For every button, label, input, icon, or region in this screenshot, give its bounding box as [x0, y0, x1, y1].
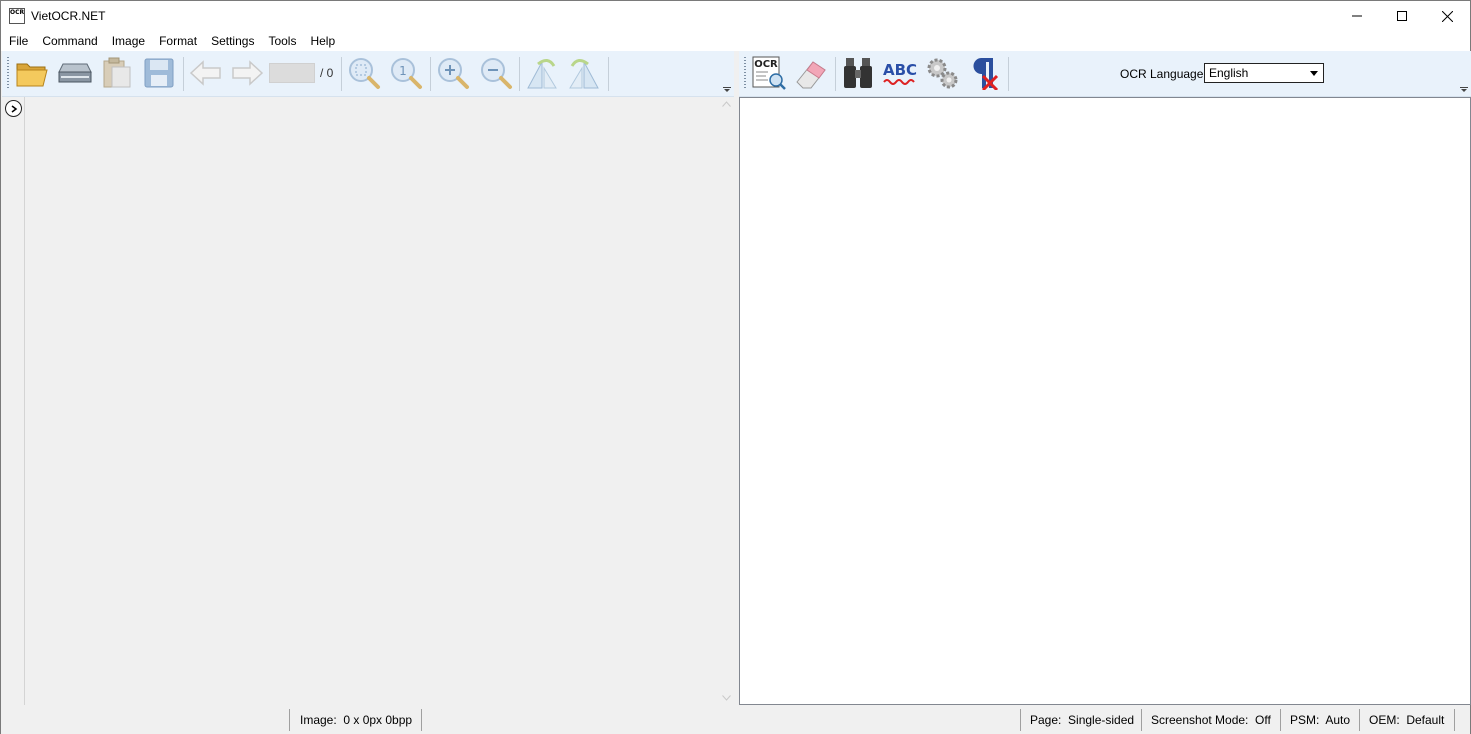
rotate-right-icon: [569, 59, 599, 89]
status-page-mode[interactable]: Page: Single-sided: [1030, 713, 1134, 727]
remove-linebreaks-button[interactable]: [966, 56, 1002, 90]
ocr-text-area[interactable]: [739, 97, 1471, 705]
menu-file[interactable]: File: [2, 31, 35, 51]
menu-help[interactable]: Help: [303, 31, 342, 51]
save-button[interactable]: [141, 56, 177, 90]
next-page-button[interactable]: [229, 56, 265, 90]
close-button[interactable]: [1425, 1, 1470, 31]
ocr-toolbar: OCR ABC OCR Language English: [739, 51, 1471, 97]
rotate-left-icon: [527, 59, 557, 89]
minimize-button[interactable]: [1334, 1, 1379, 31]
status-image-info: Image: 0 x 0px 0bpp: [300, 713, 413, 727]
status-screenshot-mode[interactable]: Screenshot Mode: Off: [1151, 713, 1271, 727]
image-toolbar: / 0 1: [2, 51, 734, 97]
svg-text:OCR: OCR: [754, 59, 778, 70]
close-icon: [1442, 10, 1453, 22]
zoom-out-button[interactable]: [478, 56, 514, 90]
menu-image[interactable]: Image: [105, 31, 152, 51]
title-bar: OCR VietOCR.NET: [1, 1, 1470, 31]
page-number-input[interactable]: [269, 63, 315, 83]
actual-size-button[interactable]: 1: [388, 56, 424, 90]
toolbar-separator: [519, 57, 520, 91]
window-title: VietOCR.NET: [31, 9, 106, 23]
toolbar-overflow-icon[interactable]: [1460, 87, 1468, 93]
expand-panel-button[interactable]: [5, 100, 22, 117]
zoom-in-button[interactable]: [435, 56, 471, 90]
menu-tools[interactable]: Tools: [261, 31, 303, 51]
toolbar-grip[interactable]: [744, 57, 746, 89]
maximize-icon: [1396, 11, 1407, 21]
ocr-language-value: English: [1209, 66, 1249, 80]
ocr-button[interactable]: OCR: [751, 56, 787, 90]
paste-button[interactable]: [99, 56, 135, 90]
back-icon: [189, 60, 221, 86]
eraser-icon: [796, 61, 826, 89]
spellcheck-button[interactable]: ABC: [882, 56, 918, 90]
rotate-left-button[interactable]: [524, 56, 560, 90]
find-button[interactable]: [840, 56, 876, 90]
fit-image-button[interactable]: [346, 56, 382, 90]
rotate-right-button[interactable]: [566, 56, 602, 90]
status-bar: Image: 0 x 0px 0bpp Page: Single-sided S…: [1, 705, 1470, 734]
status-separator: [1280, 709, 1281, 731]
toolbar-separator: [835, 57, 836, 91]
spellcheck-icon: ABC: [883, 61, 917, 85]
status-separator: [1020, 709, 1021, 731]
zoom-out-icon: [481, 58, 512, 89]
toolbar-separator: [608, 57, 609, 91]
previous-page-button[interactable]: [188, 56, 224, 90]
settings-button[interactable]: [924, 56, 960, 90]
chevron-right-icon: [11, 104, 17, 113]
scroll-down-icon[interactable]: [722, 695, 731, 701]
status-separator: [289, 709, 290, 731]
gear-icon: [927, 58, 958, 89]
toolbar-grip[interactable]: [7, 57, 9, 89]
toolbar-separator: [341, 57, 342, 91]
remove-linebreaks-icon: [973, 58, 999, 90]
actual-size-icon: 1: [391, 58, 422, 89]
menu-bar: File Command Image Format Settings Tools…: [1, 31, 1470, 51]
svg-text:ABC: ABC: [883, 61, 917, 79]
thumbnail-strip: [2, 97, 25, 705]
menu-settings[interactable]: Settings: [204, 31, 261, 51]
ocr-language-select[interactable]: English: [1204, 63, 1324, 83]
toolbar-separator: [430, 57, 431, 91]
minimize-icon: [1351, 15, 1362, 17]
svg-text:1: 1: [399, 64, 407, 78]
status-oem[interactable]: OEM: Default: [1369, 713, 1444, 727]
status-separator: [421, 709, 422, 731]
scroll-up-icon[interactable]: [722, 101, 731, 107]
app-icon: OCR: [9, 8, 25, 24]
toolbar-overflow-icon[interactable]: [723, 87, 731, 93]
ocr-icon: OCR: [752, 56, 786, 90]
zoom-in-icon: [438, 58, 469, 89]
ocr-language-label: OCR Language: [1120, 67, 1204, 81]
image-view[interactable]: [25, 97, 735, 705]
paste-icon: [103, 57, 131, 88]
scan-icon: [58, 63, 92, 83]
open-button[interactable]: [14, 56, 50, 90]
toolbar-separator: [1008, 57, 1009, 91]
binoculars-icon: [844, 58, 872, 88]
page-total: / 0: [320, 66, 334, 80]
dropdown-arrow-icon: [1310, 71, 1318, 76]
status-separator: [1454, 709, 1455, 731]
app-window: OCR VietOCR.NET File Command Image Forma…: [0, 0, 1471, 734]
save-icon: [144, 58, 174, 88]
menu-command[interactable]: Command: [35, 31, 104, 51]
menu-format[interactable]: Format: [152, 31, 204, 51]
status-psm[interactable]: PSM: Auto: [1290, 713, 1350, 727]
fit-image-icon: [349, 58, 380, 89]
status-separator: [1141, 709, 1142, 731]
forward-icon: [232, 60, 264, 86]
scan-button[interactable]: [57, 56, 93, 90]
status-separator: [1359, 709, 1360, 731]
clear-button[interactable]: [793, 56, 829, 90]
maximize-button[interactable]: [1379, 1, 1424, 31]
open-folder-icon: [16, 63, 48, 87]
toolbar-separator: [183, 57, 184, 91]
